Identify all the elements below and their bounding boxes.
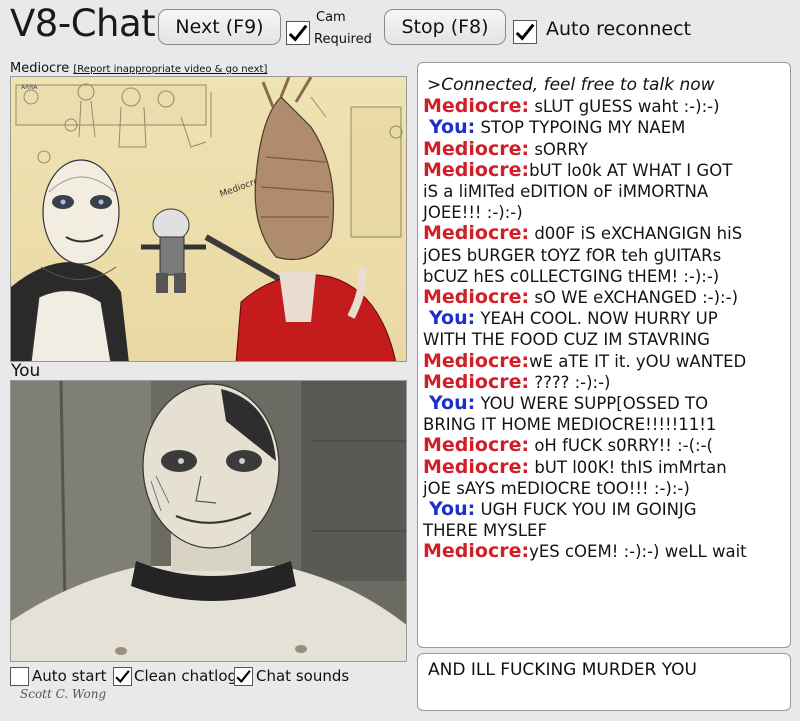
self-label: You — [11, 361, 41, 381]
chat-message-line: THERE MYSLEF — [423, 520, 782, 541]
chat-message-line: Mediocre: sORRY — [423, 137, 782, 160]
message-text: sO WE eXCHANGED :-):-) — [529, 288, 739, 308]
message-text: bUT l00K! thIS imMrtan — [529, 457, 727, 477]
sender-stranger: Mediocre: — [423, 137, 530, 160]
sender-stranger: Mediocre: — [423, 222, 530, 245]
sender-stranger: Mediocre: — [423, 434, 530, 457]
message-text: iS a liMITed eDITION oF iMMORTNA — [423, 182, 709, 202]
checkmark-icon — [288, 24, 308, 42]
message-text: d00F iS eXCHANGIGN hiS — [529, 224, 743, 244]
message-text: sORRY — [529, 139, 588, 159]
checkmark-icon — [515, 23, 535, 41]
chat-message-line: jOES bURGER tOYZ fOR teh gUITARs — [423, 245, 782, 266]
app-title: V8-Chat — [10, 2, 156, 45]
chat-message-line: BRING IT HOME MEDIOCRE!!!!!11!1 — [423, 414, 782, 435]
chat-message-line: Mediocre: sLUT gUESS waht :-):-) — [423, 96, 782, 117]
chat-message-line: WITH THE FOOD CUZ IM STAVRING — [423, 329, 782, 350]
chat-message-line: You: STOP TYPOING MY NAEM — [423, 117, 782, 138]
chat-log[interactable]: >Connected, feel free to talk now Medioc… — [417, 62, 791, 648]
chat-sounds-label: Chat sounds — [256, 667, 350, 685]
corner-text: ARRA — [21, 84, 38, 91]
message-text: sLUT gUESS waht :-):-) — [529, 97, 720, 117]
clean-chatlog-label: Clean chatlog — [134, 667, 238, 685]
message-text: UGH FUCK YOU IM GOINJG — [475, 500, 697, 520]
message-text: wE aTE IT it. yOU wANTED — [529, 351, 747, 371]
sender-stranger: Mediocre: — [423, 95, 530, 118]
artist-signature: Scott C. Wong — [20, 687, 107, 701]
sender-stranger: Mediocre: — [423, 286, 530, 309]
self-video-frame — [11, 381, 406, 661]
sender-you: You: — [429, 392, 476, 415]
sender-stranger: Mediocre: — [423, 455, 530, 478]
system-message: >Connected, feel free to talk now — [427, 75, 715, 95]
stop-button[interactable]: Stop (F8) — [384, 9, 506, 45]
sender-stranger: Mediocre: — [423, 370, 530, 393]
message-text: BRING IT HOME MEDIOCRE!!!!!11!1 — [423, 415, 717, 435]
auto-reconnect-label: Auto reconnect — [546, 18, 691, 40]
clean-chatlog-checkbox[interactable] — [113, 667, 132, 686]
chat-message-line: Mediocre: sO WE eXCHANGED :-):-) — [423, 286, 782, 309]
message-text: jOES bURGER tOYZ fOR teh gUITARs — [423, 245, 722, 265]
chat-messages: Mediocre: sLUT gUESS waht :-):-) You: STO… — [423, 96, 782, 562]
chat-message-line: JOEE!!! :-):-) — [423, 202, 782, 223]
sender-you: You: — [429, 116, 476, 139]
checkmark-icon — [236, 670, 251, 684]
message-text: jOE sAYS mEDIOCRE tOO!!! :-):-) — [423, 478, 690, 498]
sender-you: You: — [429, 498, 476, 521]
chat-message-line: Mediocre:bUT lo0k AT WHAT I GOT — [423, 158, 782, 181]
message-text: JOEE!!! :-):-) — [423, 203, 523, 223]
chat-message-line: Mediocre:wE aTE IT it. yOU wANTED — [423, 349, 782, 372]
message-input[interactable]: AND ILL FUCKING MURDER YOU — [417, 653, 791, 711]
report-link[interactable]: [Report inappropriate video & go next] — [73, 64, 267, 75]
sender-you: You: — [429, 307, 476, 330]
message-text: YEAH COOL. NOW HURRY UP — [475, 309, 718, 329]
chat-message-line: You: YEAH COOL. NOW HURRY UP — [423, 308, 782, 329]
stranger-name: Mediocre — [10, 61, 70, 76]
chat-message-line: Mediocre: d00F iS eXCHANGIGN hiS — [423, 223, 782, 244]
message-text: THERE MYSLEF — [423, 521, 547, 541]
sender-stranger: Mediocre: — [423, 158, 530, 181]
self-video — [10, 380, 407, 662]
chat-message-line: You: UGH FUCK YOU IM GOINJG — [423, 498, 782, 521]
chat-message-line: iS a liMITed eDITION oF iMMORTNA — [423, 181, 782, 202]
message-text: oH fUCK s0RRY!! :-(:-( — [529, 436, 713, 456]
stranger-video-frame: ARRA Mediocre! — [11, 77, 406, 361]
stranger-video: ARRA Mediocre! — [10, 76, 407, 362]
message-text: ???? :-):-) — [529, 372, 611, 392]
message-text: STOP TYPOING MY NAEM — [475, 118, 686, 138]
chat-message-line: jOE sAYS mEDIOCRE tOO!!! :-):-) — [423, 478, 782, 499]
auto-start-label: Auto start — [32, 667, 107, 685]
cam-label-line1: Cam — [316, 10, 346, 25]
auto-start-checkbox[interactable] — [10, 667, 29, 686]
checkmark-icon — [115, 670, 130, 684]
next-button[interactable]: Next (F9) — [158, 9, 281, 45]
chat-message-line: You: YOU WERE SUPP[OSSED TO — [423, 392, 782, 415]
stranger-name-row: Mediocre [Report inappropriate video & g… — [10, 61, 267, 76]
cam-label-line2: Required — [314, 32, 372, 47]
message-text: bUT lo0k AT WHAT I GOT — [529, 160, 733, 180]
message-text: YOU WERE SUPP[OSSED TO — [475, 394, 709, 414]
message-text: WITH THE FOOD CUZ IM STAVRING — [423, 330, 710, 350]
sender-stranger: Mediocre: — [423, 540, 530, 563]
chat-message-line: Mediocre: ???? :-):-) — [423, 370, 782, 393]
cam-required-checkbox[interactable] — [286, 21, 310, 45]
sender-stranger: Mediocre: — [423, 349, 530, 372]
chat-message-line: Mediocre: bUT l00K! thIS imMrtan — [423, 455, 782, 478]
auto-reconnect-checkbox[interactable] — [513, 20, 537, 44]
chat-sounds-checkbox[interactable] — [234, 667, 253, 686]
chat-message-line: Mediocre:yES cOEM! :-):-) weLL wait — [423, 541, 782, 562]
chat-message-line: Mediocre: oH fUCK s0RRY!! :-(:-( — [423, 435, 782, 456]
chat-message-line: bCUZ hES c0LLECTGING tHEM! :-):-) — [423, 266, 782, 287]
message-text: yES cOEM! :-):-) weLL wait — [529, 542, 747, 562]
message-text: bCUZ hES c0LLECTGING tHEM! :-):-) — [423, 266, 720, 286]
